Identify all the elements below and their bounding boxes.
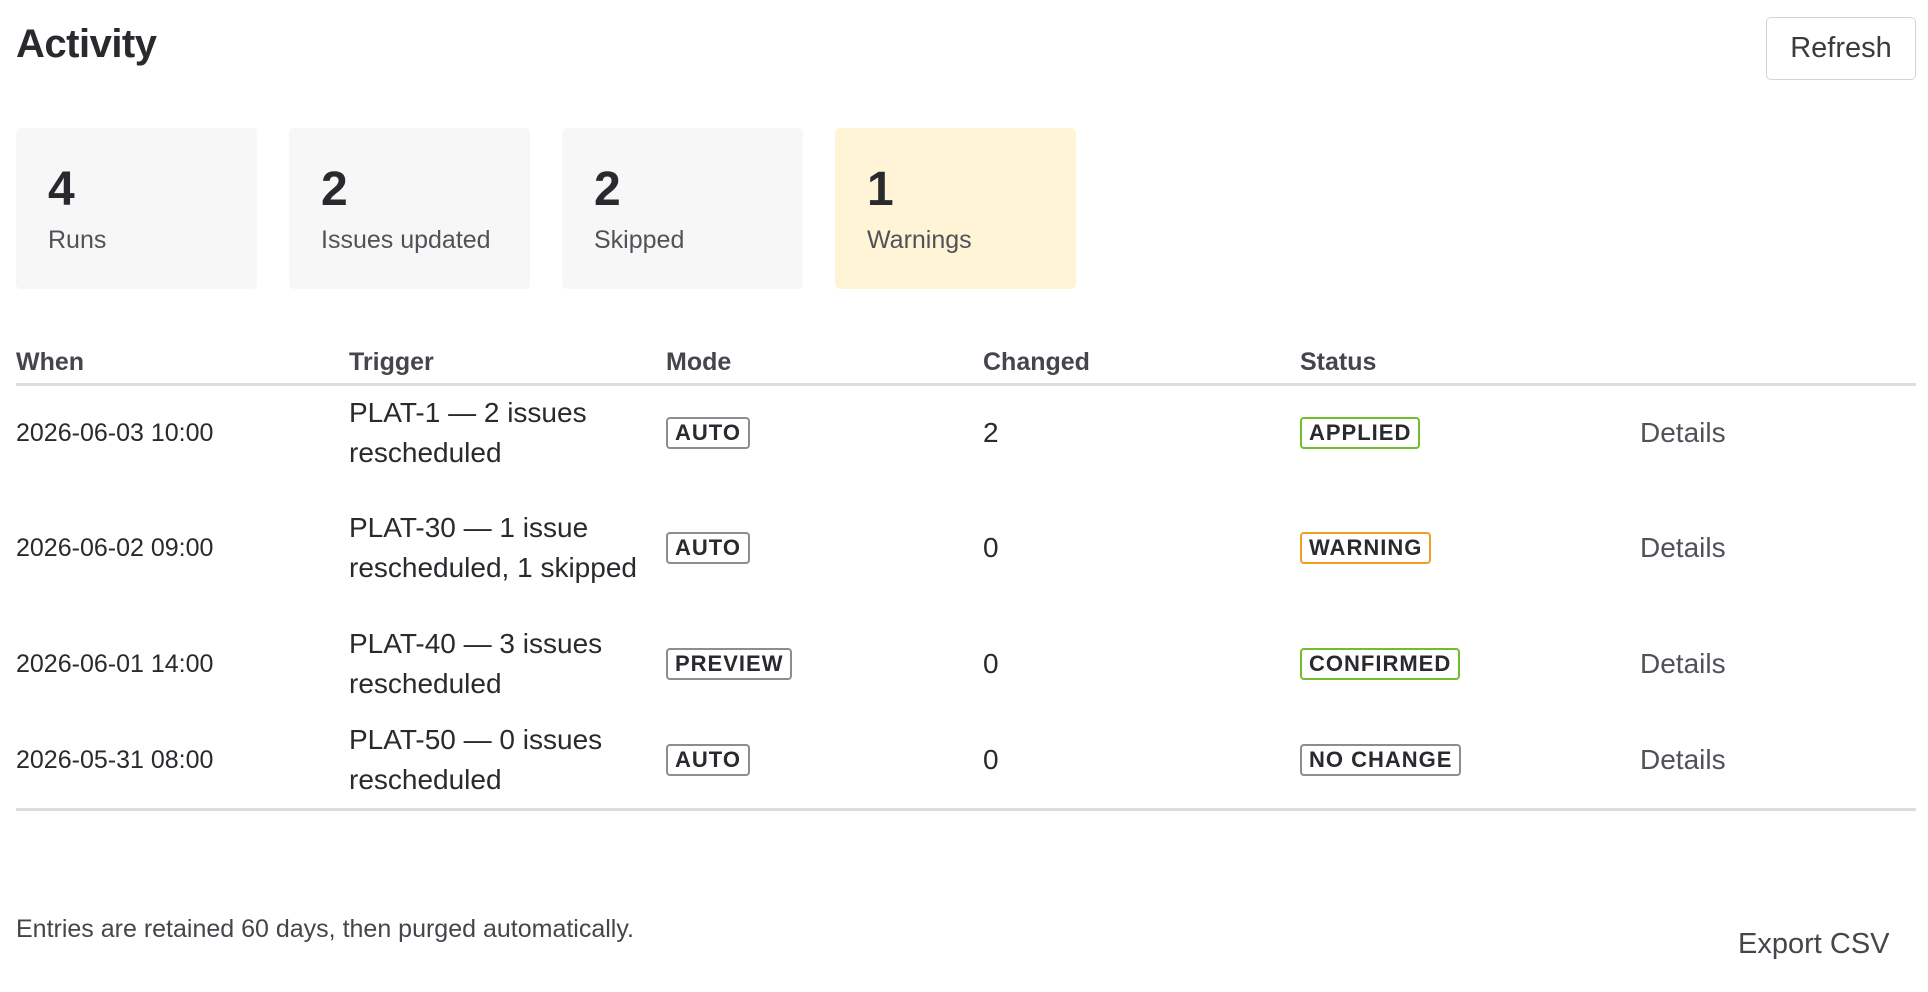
page-title: Activity [16, 22, 157, 66]
mode-badge: AUTO [666, 532, 750, 564]
cell-when: 2026-06-01 14:00 [16, 649, 214, 678]
stat-card-skipped: 2 Skipped [562, 128, 803, 289]
cell-trigger: PLAT-1 — 2 issues rescheduled [349, 397, 587, 468]
cell-status: CONFIRMED [1300, 616, 1461, 712]
activity-page: Activity Refresh 4 Runs 2 Issues updated… [0, 0, 1928, 992]
export-csv-button[interactable]: Export CSV [1738, 928, 1890, 961]
cell-changed: 0 [983, 532, 999, 563]
stat-card-issues-updated: 2 Issues updated [289, 128, 530, 289]
mode-badge: AUTO [666, 417, 750, 449]
details-link[interactable]: Details [1640, 417, 1726, 449]
retention-note: Entries are retained 60 days, then purge… [16, 915, 634, 943]
stat-card-warnings: 1 Warnings [835, 128, 1076, 289]
stat-value: 1 [867, 163, 894, 216]
refresh-button[interactable]: Refresh [1766, 17, 1916, 80]
stat-value: 2 [321, 163, 348, 216]
stat-value: 4 [48, 163, 75, 216]
column-header-status: Status [1300, 348, 1377, 376]
cell-when: 2026-06-02 09:00 [16, 533, 214, 562]
cell-actions: Details [1640, 712, 1726, 808]
cell-status: NO CHANGE [1300, 712, 1462, 808]
table-row: 2026-06-01 14:00 PLAT-40 — 3 issues resc… [16, 616, 1916, 712]
cell-mode: AUTO [666, 712, 750, 808]
status-badge: WARNING [1300, 532, 1432, 564]
stat-card-runs: 4 Runs [16, 128, 257, 289]
cell-actions: Details [1640, 616, 1726, 712]
details-link[interactable]: Details [1640, 648, 1726, 680]
column-header-changed: Changed [983, 348, 1090, 376]
summary-stats: 4 Runs 2 Issues updated 2 Skipped 1 Warn… [16, 128, 1076, 289]
cell-changed: 0 [983, 744, 999, 775]
stat-label: Issues updated [321, 226, 491, 254]
cell-mode: PREVIEW [666, 616, 793, 712]
cell-when: 2026-05-31 08:00 [16, 745, 214, 774]
column-header-mode: Mode [666, 348, 732, 376]
mode-badge: AUTO [666, 744, 750, 776]
cell-trigger: PLAT-40 — 3 issues rescheduled [349, 628, 603, 699]
cell-actions: Details [1640, 386, 1726, 480]
details-link[interactable]: Details [1640, 744, 1726, 776]
status-badge: APPLIED [1300, 417, 1421, 449]
cell-trigger: PLAT-30 — 1 issue rescheduled, 1 skipped [349, 512, 637, 583]
cell-mode: AUTO [666, 386, 750, 480]
stat-label: Skipped [594, 226, 685, 254]
table-header: When Trigger Mode Changed Status [16, 336, 1916, 386]
cell-status: APPLIED [1300, 386, 1421, 480]
cell-mode: AUTO [666, 480, 750, 616]
status-badge: NO CHANGE [1300, 744, 1462, 776]
table-row: 2026-06-02 09:00 PLAT-30 — 1 issue resch… [16, 480, 1916, 616]
status-badge: CONFIRMED [1300, 648, 1461, 680]
cell-changed: 0 [983, 648, 999, 679]
mode-badge: PREVIEW [666, 648, 793, 680]
cell-actions: Details [1640, 480, 1726, 616]
stat-label: Warnings [867, 226, 972, 254]
cell-changed: 2 [983, 417, 999, 448]
cell-status: WARNING [1300, 480, 1432, 616]
table-bottom-border [16, 808, 1916, 811]
cell-trigger: PLAT-50 — 0 issues rescheduled [349, 724, 603, 795]
column-header-trigger: Trigger [349, 348, 434, 376]
table-row: 2026-06-03 10:00 PLAT-1 — 2 issues resch… [16, 386, 1916, 480]
stat-value: 2 [594, 163, 621, 216]
stat-label: Runs [48, 226, 107, 254]
cell-when: 2026-06-03 10:00 [16, 418, 214, 447]
details-link[interactable]: Details [1640, 532, 1726, 564]
table-row: 2026-05-31 08:00 PLAT-50 — 0 issues resc… [16, 712, 1916, 808]
column-header-when: When [16, 348, 85, 376]
activity-table: When Trigger Mode Changed Status 2026-06… [16, 336, 1916, 811]
